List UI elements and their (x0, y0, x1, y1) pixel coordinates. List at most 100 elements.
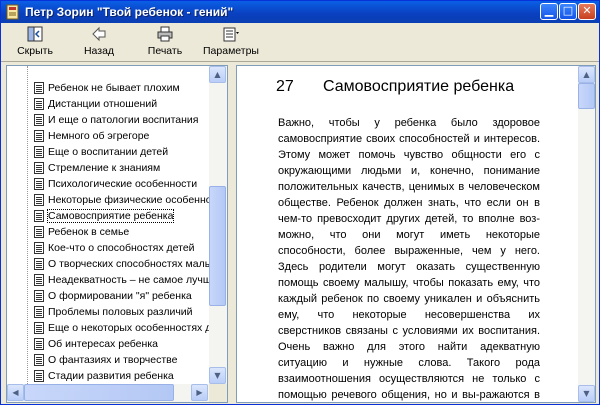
hide-label: Скрыть (17, 45, 53, 57)
tree-item[interactable]: Об интересах ребенка (20, 337, 209, 353)
document-icon (34, 306, 44, 318)
tree-item-label: Ребенок в семье (48, 226, 130, 238)
pane-splitter[interactable] (228, 65, 236, 403)
tree-item[interactable]: О фантазиях и творчестве (20, 353, 209, 369)
document-icon (34, 258, 44, 270)
scroll-down-button[interactable]: ▼ (209, 367, 226, 384)
tree-item[interactable]: Психологические особенности (20, 177, 209, 193)
chevron-right-icon: ▶ (196, 388, 203, 397)
document-icon (34, 338, 44, 350)
tree-item[interactable]: Ребенок в семье (20, 225, 209, 241)
tree-item[interactable]: Дистанции отношений (20, 97, 209, 113)
scroll-left-button[interactable]: ◀ (7, 384, 24, 401)
tree-item-label: О формировании "я" ребенка (48, 290, 192, 302)
document-icon (34, 146, 44, 158)
document-icon (34, 322, 44, 334)
print-button[interactable]: Печать (143, 25, 187, 59)
document-icon (34, 354, 44, 366)
tree-item-label: Некоторые физические особенности (48, 194, 209, 206)
document-icon (34, 290, 44, 302)
options-button[interactable]: Параметры (201, 25, 261, 59)
tree-item-label: Психологические особенности (48, 178, 198, 190)
contents-vertical-scrollbar[interactable]: ▲ ▼ (209, 66, 227, 384)
contents-horizontal-scrollbar[interactable]: ◀ ▶ (7, 384, 209, 402)
options-icon (223, 27, 239, 42)
tree-item[interactable]: Неадекватность – не самое лучшее (20, 273, 209, 289)
topic-scroll-down-button[interactable]: ▼ (578, 385, 595, 402)
topic-scroll-up-button[interactable]: ▲ (578, 66, 595, 83)
back-label: Назад (83, 45, 115, 57)
tree-item-label: О фантазиях и творчестве (48, 354, 178, 366)
document-icon (34, 194, 44, 206)
tree-item-label: Неадекватность – не самое лучшее (48, 274, 209, 286)
minimize-icon: ▁ (544, 4, 554, 17)
print-label: Печать (147, 45, 183, 57)
topic-vertical-scrollbar[interactable]: ▲ ▼ (578, 66, 595, 402)
tree-item[interactable]: Еще о некоторых особенностях детей (20, 321, 209, 337)
tree-item-label: О творческих способностях малыша (48, 258, 209, 270)
tree-item-label: Еще о некоторых особенностях детей (48, 322, 209, 334)
back-arrow-icon (92, 26, 106, 42)
tree-item[interactable]: И еще о патологии воспитания (20, 113, 209, 129)
tree-item[interactable]: Некоторые физические особенности (20, 193, 209, 209)
scroll-right-button[interactable]: ▶ (191, 384, 208, 401)
tree-item-label: Дистанции отношений (48, 98, 158, 110)
maximize-icon: □ (562, 4, 574, 17)
tree-item[interactable]: Ребенок не бывает плохим (20, 81, 209, 97)
hide-panel-icon (27, 26, 43, 42)
minimize-button[interactable]: ▁ (540, 3, 558, 20)
topic-pane: 27 Самовосприятие ребенка Важно, чтобы у… (236, 65, 596, 403)
tree-item-label: Стремление к знаниям (48, 162, 161, 174)
topic-content: 27 Самовосприятие ребенка Важно, чтобы у… (237, 66, 579, 402)
document-icon (34, 226, 44, 238)
document-icon (34, 178, 44, 190)
tree-item[interactable]: Еще о воспитании детей (20, 145, 209, 161)
tree-item[interactable]: О формировании "я" ребенка (20, 289, 209, 305)
chevron-down-icon: ▼ (214, 371, 221, 380)
document-icon (34, 370, 44, 382)
maximize-button[interactable]: □ (559, 3, 577, 20)
chevron-left-icon: ◀ (12, 388, 19, 397)
title-bar[interactable]: Петр Зорин "Твой ребенок - гений" ▁ □ ✕ (1, 1, 599, 23)
printer-icon (157, 26, 173, 42)
topic-scroll-thumb[interactable] (578, 83, 595, 109)
document-icon (34, 210, 44, 222)
tree-item[interactable]: Стадии развития ребенка (20, 369, 209, 384)
hide-button[interactable]: Скрыть (13, 25, 57, 59)
tree-item[interactable]: Кое-что о способностях детей (20, 241, 209, 257)
toolbar: Скрыть Назад Печать Параметры (1, 23, 599, 62)
document-icon (34, 130, 44, 142)
chapter-number: 27 (276, 78, 294, 95)
tree-item-label: Самовосприятие ребенка (46, 209, 175, 223)
help-book-icon (6, 4, 19, 20)
chevron-up-icon: ▲ (214, 70, 221, 79)
close-icon: ✕ (582, 4, 592, 17)
chapter-title: Самовосприятие ребенка (323, 78, 515, 95)
scrollbar-corner (209, 384, 227, 402)
tree-item[interactable]: О творческих способностях малыша (20, 257, 209, 273)
document-icon (34, 82, 44, 94)
scroll-thumb[interactable] (209, 186, 226, 306)
tree-item[interactable]: Стремление к знаниям (20, 161, 209, 177)
tree-item-label: Об интересах ребенка (48, 338, 158, 350)
tree-item-label: Проблемы половых различий (48, 306, 193, 318)
tree-item[interactable]: Проблемы половых различий (20, 305, 209, 321)
tree-item[interactable]: Самовосприятие ребенка (20, 209, 209, 225)
tree-item[interactable]: Немного об эгрегоре (20, 129, 209, 145)
scroll-up-button[interactable]: ▲ (209, 66, 226, 83)
document-icon (34, 98, 44, 110)
tree-item-label: Стадии развития ребенка (48, 370, 174, 382)
document-icon (34, 162, 44, 174)
tree-item-label: Еще о воспитании детей (48, 146, 169, 158)
document-icon (34, 242, 44, 254)
tree-item-label: Немного об эгрегоре (48, 130, 150, 142)
back-button[interactable]: Назад (79, 25, 119, 59)
window-title: Петр Зорин "Твой ребенок - гений" (25, 5, 234, 19)
horizontal-scroll-thumb[interactable] (24, 384, 174, 401)
chevron-up-icon: ▲ (583, 70, 590, 79)
close-button[interactable]: ✕ (578, 3, 596, 20)
document-icon (34, 114, 44, 126)
contents-tree: Ребенок не бывает плохим Дистанции отноше… (7, 66, 209, 384)
options-label: Параметры (203, 45, 259, 57)
application-window: Петр Зорин "Твой ребенок - гений" ▁ □ ✕ … (0, 0, 600, 405)
